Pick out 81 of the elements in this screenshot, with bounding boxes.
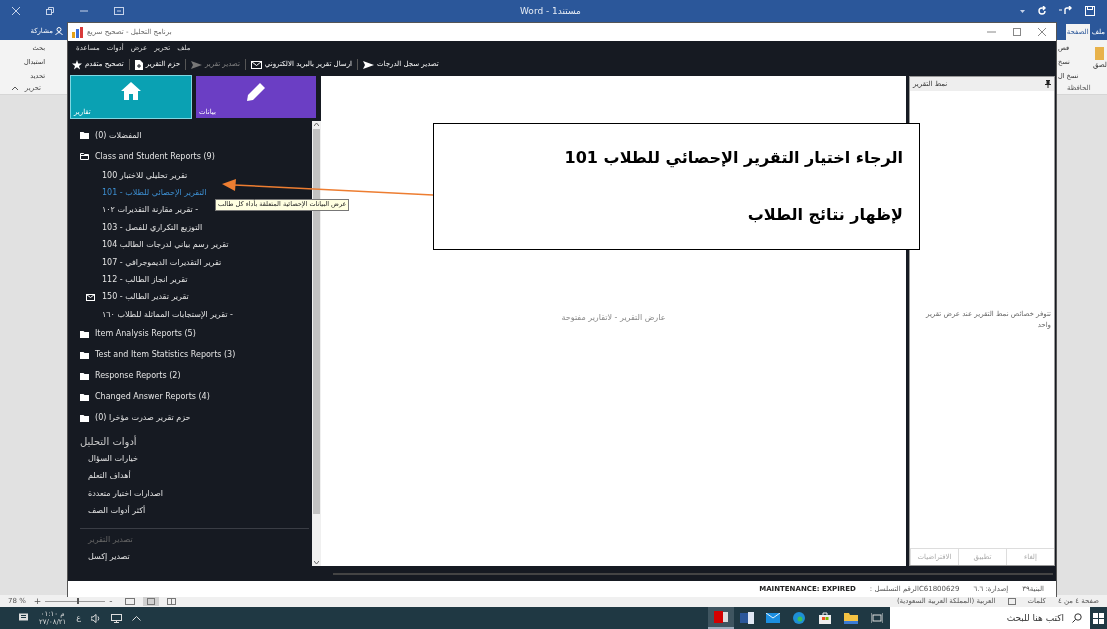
folder-item[interactable]: Class and Student Reports (9)	[95, 150, 215, 163]
zoom-out-button[interactable]: +	[33, 596, 42, 606]
web-layout-icon[interactable]	[124, 597, 135, 605]
chevron-up-icon[interactable]	[132, 615, 142, 621]
search-box[interactable]: اكتب هنا للبحث	[890, 607, 1090, 629]
folder-item[interactable]: حزم تقرير صدرت مؤخرا (0)	[95, 412, 191, 424]
ribbon-display-icon[interactable]	[114, 7, 124, 15]
folder-item[interactable]: Test and Item Statistics Reports (3)	[95, 349, 236, 361]
export-heading: تصدير التقرير	[86, 533, 133, 546]
report-item[interactable]: تقرير تقدير الطالب - 150	[102, 291, 189, 304]
star-icon	[72, 59, 82, 70]
app-icon[interactable]	[714, 611, 728, 623]
report-item[interactable]: تقرير انجاز الطالب - 112	[102, 274, 188, 287]
maximize-icon[interactable]	[1013, 28, 1021, 36]
folder-item[interactable]: المفضلات (0)	[95, 129, 142, 142]
export-link[interactable]: تصدير إكسل	[80, 550, 130, 568]
bar-chart-icon	[72, 26, 83, 38]
horizontal-scrollbar[interactable]	[333, 572, 1053, 575]
slider-thumb[interactable]	[77, 598, 80, 604]
document-app-icon[interactable]	[740, 612, 754, 624]
send-icon	[190, 60, 202, 69]
tool-link[interactable]: خيارات السؤال	[80, 452, 138, 470]
open-folder-icon[interactable]	[80, 153, 89, 160]
input-language[interactable]: ع	[76, 612, 82, 624]
save-icon[interactable]	[1085, 6, 1095, 16]
report-item[interactable]: تقرير التقديرات الديموجرافي - 107	[102, 256, 222, 269]
envelope-icon	[250, 60, 262, 69]
restore-icon[interactable]	[46, 7, 54, 15]
page-icon	[146, 597, 155, 605]
report-item[interactable]: التقرير الإحصائي للطلاب - 101	[102, 187, 207, 200]
folder-icon[interactable]	[80, 414, 89, 422]
callout-text: الرجاء اختيار التقرير الإحصائي للطلاب 101	[563, 147, 903, 170]
network-icon[interactable]	[111, 613, 123, 623]
pin-icon[interactable]	[1045, 80, 1051, 88]
home-icon	[121, 82, 141, 100]
redo-icon[interactable]	[1059, 6, 1073, 16]
document-icon	[134, 59, 143, 70]
folder-icon[interactable]	[80, 372, 89, 380]
folder-item[interactable]: Item Analysis Reports (5)	[95, 328, 196, 340]
browser-icon[interactable]	[793, 612, 805, 624]
tool-link[interactable]: اصدارات اختيار متعددة	[80, 487, 163, 505]
report-item[interactable]: تقرير الإستجابات المماثلة للطلاب ١٦٠ -	[102, 308, 233, 321]
send-icon	[363, 60, 374, 69]
envelope-icon	[86, 293, 95, 301]
folder-item[interactable]: Changed Answer Reports (4)	[95, 391, 210, 403]
folder-icon[interactable]	[80, 330, 89, 338]
read-mode-icon[interactable]	[166, 597, 176, 605]
folder-icon[interactable]	[80, 393, 89, 401]
callout-text: لإظهار نتائج الطلاب	[746, 203, 903, 226]
search-icon[interactable]	[1072, 613, 1082, 623]
collapse-icon[interactable]	[12, 86, 18, 90]
folder-icon[interactable]	[80, 132, 89, 139]
section-heading: أدوات التحليل	[80, 434, 138, 450]
scroll-up-icon[interactable]	[314, 123, 319, 126]
taskbar-button[interactable]	[708, 607, 734, 629]
window-title: Word - مستند1	[520, 5, 581, 18]
clipboard-icon[interactable]	[1095, 46, 1105, 60]
folder-icon[interactable]	[844, 612, 858, 624]
close-icon[interactable]	[1038, 28, 1046, 36]
report-item[interactable]: تقرير رسم بياني لدرجات الطالب 104	[102, 239, 229, 252]
tool-link[interactable]: أكثر أدوات الصف	[80, 505, 146, 523]
shopping-bag-icon[interactable]	[819, 612, 831, 624]
report-item[interactable]: التوزيع التكراري للفصل - 103	[102, 221, 203, 234]
undo-icon[interactable]	[1037, 6, 1047, 16]
empty-message: عارض التقرير - لاتقارير مفتوحة	[561, 312, 666, 324]
person-icon	[55, 27, 63, 35]
zoom-slider[interactable]	[45, 598, 106, 604]
notification-icon[interactable]	[18, 613, 29, 623]
speaker-icon[interactable]	[91, 613, 102, 623]
print-layout-button[interactable]	[142, 596, 159, 606]
proofing-icon[interactable]	[1007, 597, 1016, 605]
folder-icon[interactable]	[80, 351, 89, 359]
pencil-icon	[246, 82, 266, 102]
tool-link[interactable]: أهداف التعلم	[80, 470, 131, 488]
windows-logo-icon[interactable]	[1093, 612, 1104, 624]
dropdown-icon[interactable]	[1020, 9, 1025, 13]
task-view-icon[interactable]	[871, 613, 883, 623]
folder-item[interactable]: Response Reports (2)	[95, 370, 181, 382]
report-item[interactable]: تقرير تحليلي للاختبار 100	[102, 169, 188, 182]
scroll-down-icon[interactable]	[314, 560, 319, 564]
report-item[interactable]: تقرير مقارنة التقديرات ١٠٢ -	[102, 204, 199, 217]
